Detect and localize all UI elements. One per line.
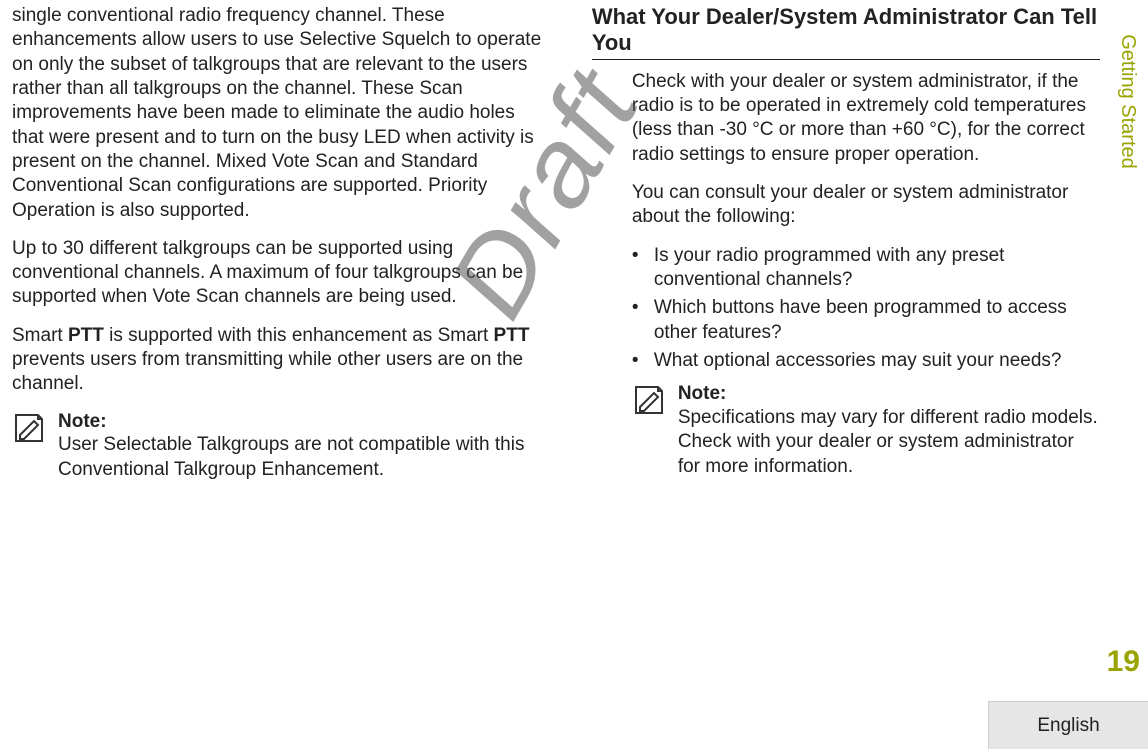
bullet-marker: •	[632, 349, 654, 373]
content-columns: single conventional radio frequency chan…	[12, 0, 1100, 496]
side-tab-label: Getting Started	[1116, 34, 1139, 169]
heading-rule	[592, 59, 1100, 60]
left-paragraph-3: Smart PTT is supported with this enhance…	[12, 324, 544, 397]
bullet-item: • What optional accessories may suit you…	[632, 349, 1100, 373]
left-p3-pre: Smart	[12, 325, 68, 346]
right-note-block: Note: Specifications may vary for differ…	[632, 383, 1100, 479]
bullet-item: • Which buttons have been programmed to …	[632, 296, 1100, 345]
left-note-body: Note: User Selectable Talkgroups are not…	[58, 411, 544, 482]
bullet-text: What optional accessories may suit your …	[654, 349, 1100, 373]
document-page: Draft Getting Started single conventiona…	[0, 0, 1148, 749]
language-label: English	[1037, 715, 1099, 737]
right-note-title: Note:	[678, 383, 1100, 406]
left-paragraph-1: single conventional radio frequency chan…	[12, 4, 544, 223]
note-icon	[12, 411, 48, 445]
bullet-marker: •	[632, 244, 654, 293]
right-paragraph-1: Check with your dealer or system adminis…	[632, 70, 1100, 167]
note-icon	[632, 383, 668, 417]
language-box: English	[988, 701, 1148, 749]
left-note-text: User Selectable Talkgroups are not compa…	[58, 433, 544, 482]
side-tab: Getting Started	[1112, 6, 1142, 196]
left-note-title: Note:	[58, 411, 544, 434]
right-heading: What Your Dealer/System Administrator Ca…	[592, 4, 1100, 57]
right-bullet-list: • Is your radio programmed with any pres…	[632, 244, 1100, 374]
right-note-body: Note: Specifications may vary for differ…	[678, 383, 1100, 479]
bullet-item: • Is your radio programmed with any pres…	[632, 244, 1100, 293]
right-column: What Your Dealer/System Administrator Ca…	[568, 0, 1100, 496]
left-paragraph-2: Up to 30 different talkgroups can be sup…	[12, 237, 544, 310]
left-p3-mid: is supported with this enhancement as Sm…	[104, 325, 494, 346]
left-column: single conventional radio frequency chan…	[12, 0, 544, 496]
bullet-text: Is your radio programmed with any preset…	[654, 244, 1100, 293]
left-p3-ptt1: PTT	[68, 325, 104, 346]
left-p3-post: prevents users from transmitting while o…	[12, 349, 523, 394]
right-paragraph-2: You can consult your dealer or system ad…	[632, 181, 1100, 230]
left-note-block: Note: User Selectable Talkgroups are not…	[12, 411, 544, 482]
left-p3-ptt2: PTT	[494, 325, 530, 346]
bullet-text: Which buttons have been programmed to ac…	[654, 296, 1100, 345]
page-number: 19	[1107, 645, 1140, 679]
bullet-marker: •	[632, 296, 654, 345]
right-note-text: Specifications may vary for different ra…	[678, 406, 1100, 479]
right-content: Check with your dealer or system adminis…	[592, 70, 1100, 479]
